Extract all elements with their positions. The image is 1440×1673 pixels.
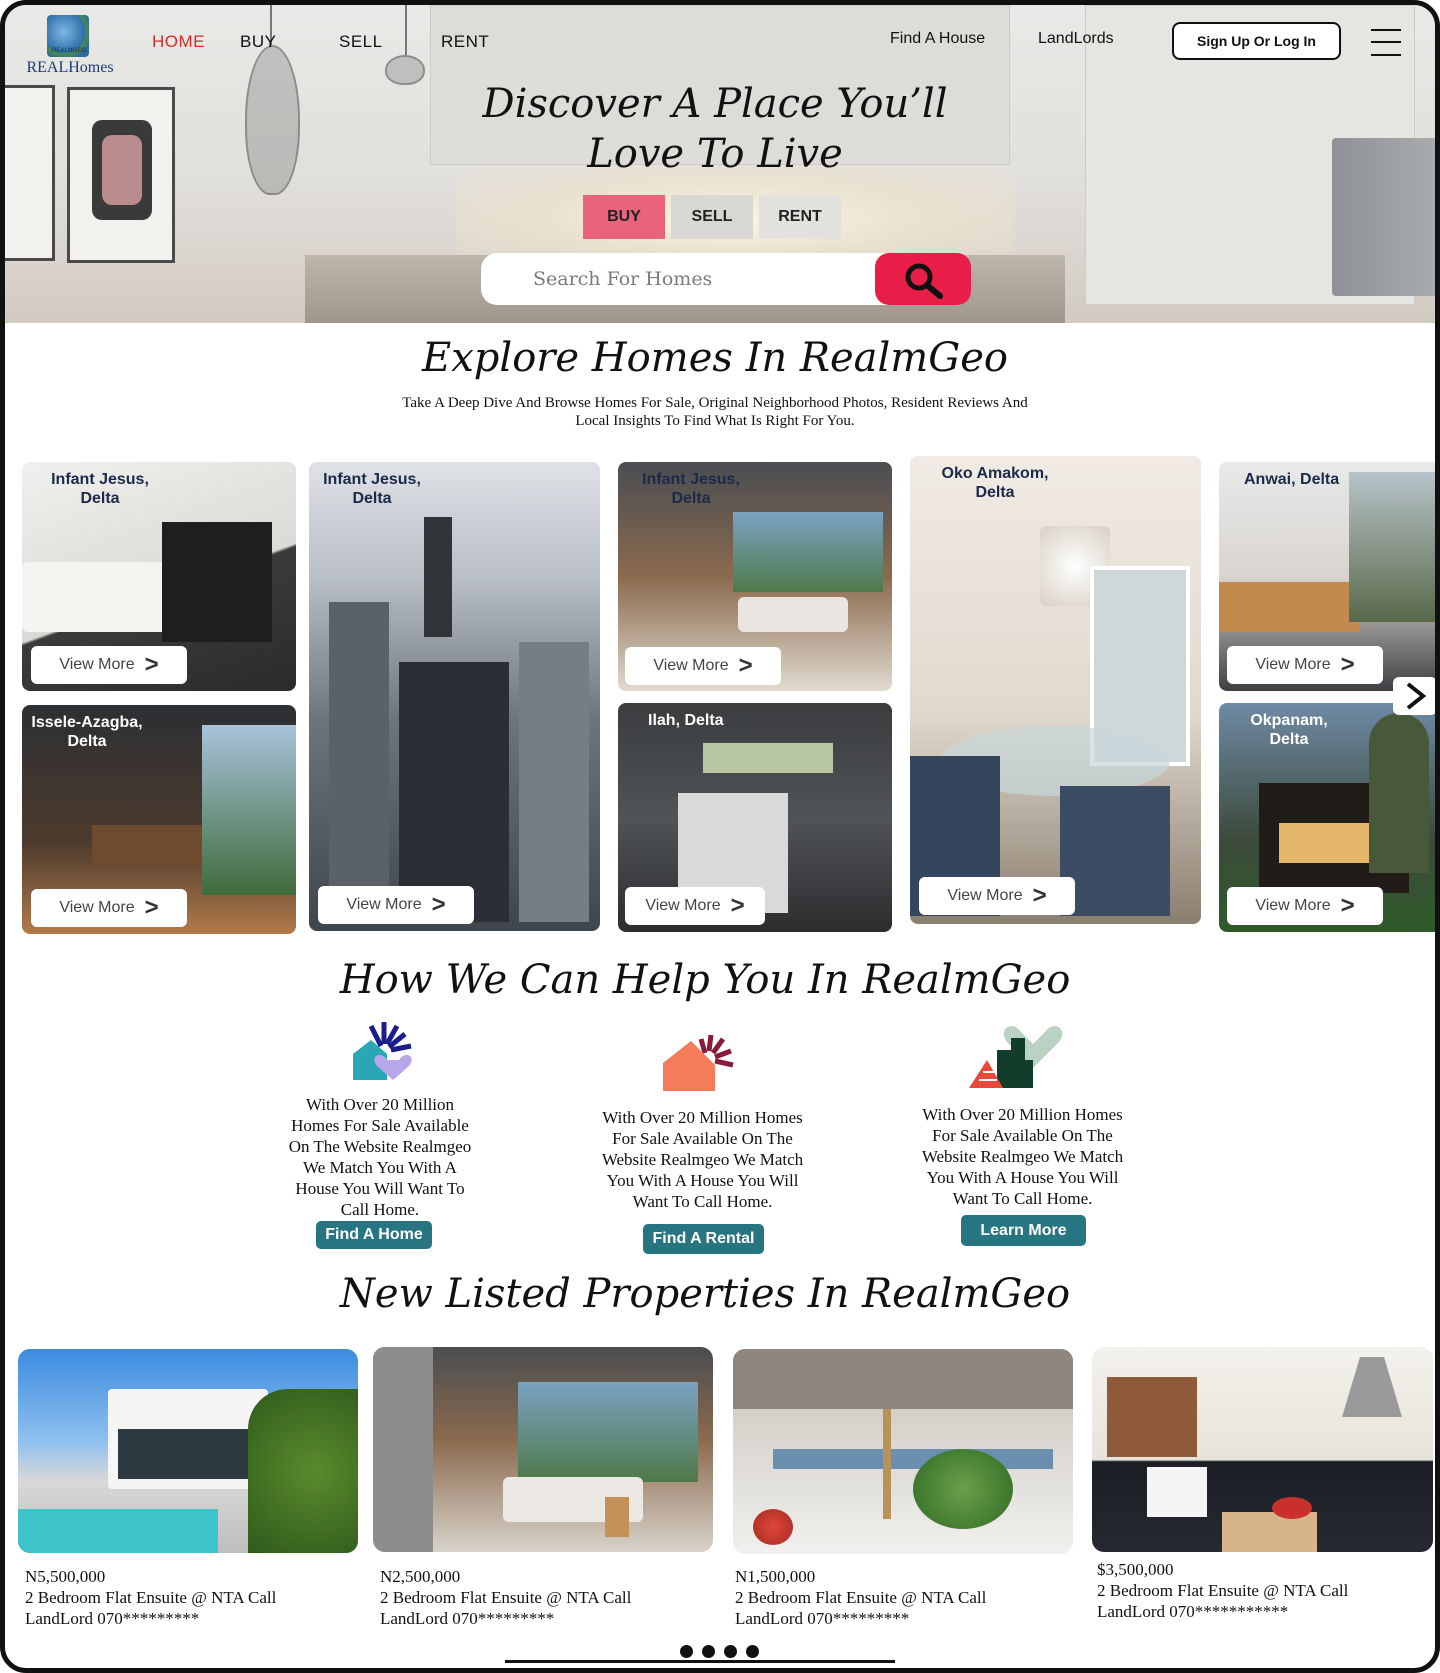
chevron-right-icon: > [1340, 651, 1355, 678]
carousel-dot[interactable] [746, 1645, 759, 1658]
chevron-right-icon: > [431, 891, 446, 918]
carousel-dot[interactable] [680, 1645, 693, 1658]
wall-art [67, 87, 175, 263]
listing-info: N5,500,000 2 Bedroom Flat Ensuite @ NTA … [25, 1567, 277, 1628]
tab-sell[interactable]: SELL [671, 195, 753, 239]
card-location: Okpanam, Delta [1250, 712, 1328, 748]
hero-title: Discover A Place You’ll Love To Live [482, 81, 948, 177]
view-more-button[interactable]: View More > [318, 886, 474, 924]
listing-price: N1,500,000 [735, 1567, 816, 1586]
signup-button[interactable]: Sign Up Or Log In [1172, 22, 1341, 60]
view-more-button[interactable]: View More > [625, 647, 781, 685]
nav-landlords[interactable]: LandLords [1038, 30, 1114, 48]
listing-price: N2,500,000 [380, 1567, 461, 1586]
nav-home[interactable]: HOME [152, 32, 205, 52]
property-card[interactable]: Issele-Azagba, Delta View More > [22, 705, 296, 934]
listing-price: N5,500,000 [25, 1567, 106, 1586]
help-text: With Over 20 Million Homes For Sale Avail… [601, 1108, 804, 1211]
chevron-right-icon: > [1340, 892, 1355, 919]
pendant-lamp [385, 55, 425, 85]
learn-more-button[interactable]: Learn More [961, 1215, 1086, 1246]
view-more-button[interactable]: View More > [1227, 646, 1383, 684]
search-input[interactable] [533, 253, 893, 305]
listing-image[interactable] [373, 1347, 713, 1552]
nav-find-house[interactable]: Find A House [890, 30, 985, 48]
view-more-button[interactable]: View More > [31, 889, 187, 927]
card-location: Infant Jesus, Delta [51, 471, 149, 507]
view-more-button[interactable]: View More > [1227, 887, 1383, 925]
find-rental-button[interactable]: Find A Rental [643, 1224, 764, 1254]
property-card[interactable]: Ilah, Delta View More > [618, 703, 892, 932]
chevron-right-icon: > [144, 651, 159, 678]
view-more-button[interactable]: View More > [625, 887, 765, 925]
carousel-next-button[interactable] [1393, 677, 1435, 715]
nav-buy[interactable]: BUY [240, 32, 276, 52]
chevron-right-icon: > [1032, 882, 1047, 909]
chevron-right-icon [1406, 682, 1427, 710]
listed-title: New Listed Properties In RealmGeo [339, 1271, 1071, 1317]
house-sun-icon [663, 1034, 734, 1091]
card-location: Oko Amakom, Delta [941, 465, 1049, 501]
help-title: How We Can Help You In RealmGeo [339, 957, 1071, 1003]
property-card[interactable]: Anwai, Delta View More > [1219, 462, 1435, 691]
house-heart-icon [353, 1022, 412, 1080]
find-home-button[interactable]: Find A Home [316, 1221, 432, 1249]
logo-mark-text: REALMGEO [51, 48, 86, 54]
listing-info: $3,500,000 2 Bedroom Flat Ensuite @ NTA … [1097, 1560, 1349, 1621]
logo[interactable]: REALMGEO REALHomes [25, 15, 115, 77]
search-icon [905, 263, 943, 299]
card-location: Infant Jesus, Delta [323, 471, 421, 507]
card-location: Issele-Azagba, Delta [31, 714, 143, 750]
property-card[interactable]: Infant Jesus, Delta View More > [618, 462, 892, 691]
listing-info: N2,500,000 2 Bedroom Flat Ensuite @ NTA … [380, 1567, 632, 1628]
menu-icon[interactable] [1371, 27, 1401, 57]
explore-title: Explore Homes In RealmGeo [422, 335, 1008, 381]
property-card[interactable]: Oko Amakom, Delta View More > [910, 456, 1201, 924]
wall-art-left [5, 85, 55, 261]
view-more-button[interactable]: View More > [31, 646, 187, 684]
carousel-dot[interactable] [724, 1645, 737, 1658]
listing-info: N1,500,000 2 Bedroom Flat Ensuite @ NTA … [735, 1567, 987, 1628]
explore-subtitle: Take A Deep Dive And Browse Homes For Sa… [402, 395, 1028, 429]
view-more-button[interactable]: View More > [919, 877, 1075, 915]
chevron-right-icon: > [144, 894, 159, 921]
tab-rent[interactable]: RENT [759, 195, 841, 239]
card-location: Infant Jesus, Delta [642, 471, 740, 507]
nav-sell[interactable]: SELL [339, 32, 383, 52]
listing-image[interactable] [1092, 1347, 1433, 1552]
brand-name: REALHomes [26, 59, 114, 76]
pendant-lamp [245, 45, 300, 195]
carousel-dot[interactable] [702, 1645, 715, 1658]
listing-image[interactable] [733, 1349, 1073, 1554]
property-card[interactable]: Infant Jesus, Delta View More > [309, 462, 600, 931]
card-location: Anwai, Delta [1244, 471, 1340, 488]
horizontal-scrollbar[interactable] [505, 1660, 895, 1663]
listing-image[interactable] [18, 1349, 358, 1553]
buildings-heart-icon [969, 1026, 1063, 1088]
help-text: With Over 20 Million Homes For Sale Avail… [288, 1095, 472, 1219]
property-card[interactable]: Okpanam, Delta View More > [1219, 703, 1435, 932]
browser-frame: REALMGEO REALHomes HOME BUY SELL RENT Fi… [0, 0, 1440, 1673]
help-text: With Over 20 Million Homes For Sale Avail… [921, 1105, 1124, 1208]
property-card[interactable]: Infant Jesus, Delta View More > [22, 462, 296, 691]
chevron-right-icon: > [738, 652, 753, 679]
card-location: Ilah, Delta [648, 712, 724, 729]
nav-rent[interactable]: RENT [441, 32, 489, 52]
chevron-right-icon: > [730, 892, 745, 919]
listing-price: $3,500,000 [1097, 1560, 1174, 1579]
search-button[interactable] [875, 253, 971, 305]
tab-buy[interactable]: BUY [583, 195, 665, 239]
fridge [1332, 138, 1435, 296]
